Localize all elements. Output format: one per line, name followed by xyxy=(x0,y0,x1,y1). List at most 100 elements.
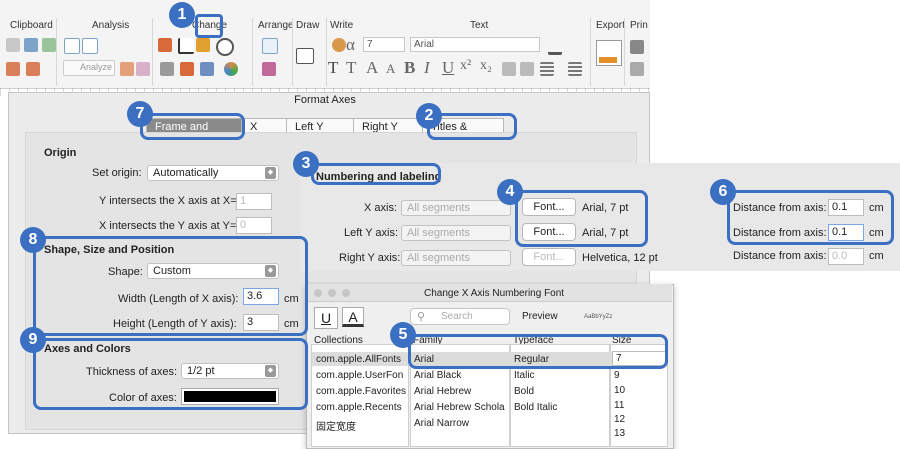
superscript-icon[interactable]: x² xyxy=(460,58,471,74)
analyze-button[interactable]: Analyze xyxy=(63,60,115,76)
font-name-value: Arial xyxy=(414,39,435,50)
dialog-title: Format Axes xyxy=(294,94,356,106)
collection-item[interactable]: com.apple.UserFon xyxy=(316,370,403,381)
shape-icon[interactable] xyxy=(296,48,314,64)
bar-chart-icon[interactable] xyxy=(196,38,210,52)
grow-font-icon[interactable]: A xyxy=(366,58,378,78)
underline-icon[interactable]: U xyxy=(442,58,454,78)
align-icon[interactable] xyxy=(262,62,276,76)
callout-number-5: 5 xyxy=(390,322,416,348)
collection-item[interactable]: com.apple.Recents xyxy=(316,402,402,413)
clipboard-icon[interactable] xyxy=(6,62,20,76)
color-scheme-icon[interactable] xyxy=(224,62,238,76)
select-arrow-icon: ◆ xyxy=(265,167,276,179)
analysis-graph-icon[interactable] xyxy=(82,38,98,54)
left-y-num-label: Left Y axis: xyxy=(344,227,399,239)
callout-frame-5 xyxy=(408,334,668,369)
paste-special-icon[interactable] xyxy=(26,62,40,76)
font-search-field[interactable]: ⚲ Search xyxy=(410,308,510,325)
right-y-font-button[interactable]: Font... xyxy=(522,248,576,266)
underline-icon[interactable]: U xyxy=(314,307,338,329)
group-label-print: Prin xyxy=(630,20,648,31)
special-char-icon[interactable] xyxy=(502,62,516,76)
data-icon[interactable] xyxy=(120,62,134,76)
close-window-icon[interactable] xyxy=(314,289,322,297)
group-label-arrange: Arrange xyxy=(258,20,294,31)
x-intersect-value: 1 xyxy=(240,195,247,207)
callout-number-4: 4 xyxy=(497,179,523,205)
y-intersect-input[interactable]: 0 xyxy=(236,217,272,234)
size-item[interactable]: 13 xyxy=(614,428,625,439)
callout-frame-3 xyxy=(311,163,441,185)
preview-sample: AaBbYyZz xyxy=(584,314,613,320)
collection-item[interactable]: 固定宽度 xyxy=(316,418,356,433)
subscript-icon[interactable]: x₂ xyxy=(480,58,492,74)
wand-icon[interactable] xyxy=(136,62,150,76)
copy-icon[interactable] xyxy=(24,38,38,52)
alpha-icon[interactable]: α xyxy=(346,35,355,55)
italic-icon[interactable]: I xyxy=(424,58,430,78)
symbol-icon[interactable] xyxy=(520,62,534,76)
right-y-distance-input[interactable]: 0.0 xyxy=(828,248,864,265)
font-name-combo[interactable]: Arial xyxy=(410,37,540,52)
arrange-icon[interactable] xyxy=(262,38,278,54)
text-tool-icon[interactable]: T xyxy=(328,58,338,78)
text-box-icon[interactable]: T xyxy=(346,58,356,78)
size-item[interactable]: 12 xyxy=(614,414,625,425)
print-options-icon[interactable] xyxy=(630,62,644,76)
collection-item[interactable]: com.apple.AllFonts xyxy=(316,354,401,365)
text-color-icon[interactable]: A xyxy=(342,307,364,327)
paste-icon[interactable] xyxy=(42,38,56,52)
origin-heading: Origin xyxy=(44,147,77,159)
size-item[interactable]: 10 xyxy=(614,385,625,396)
callout-number-7: 7 xyxy=(127,101,153,127)
set-origin-value: Automatically xyxy=(153,167,219,179)
rotate-icon[interactable] xyxy=(216,38,234,56)
family-item[interactable]: Arial Black xyxy=(414,370,461,381)
format-axes-icon[interactable] xyxy=(178,38,194,54)
legend-icon[interactable] xyxy=(200,62,214,76)
print-icon[interactable] xyxy=(630,40,644,54)
family-item[interactable]: Arial Hebrew Schola xyxy=(414,402,505,413)
font-color-icon[interactable] xyxy=(548,38,562,55)
points-icon[interactable] xyxy=(180,62,194,76)
family-item[interactable]: Arial Hebrew xyxy=(414,386,471,397)
x-axis-segments-select[interactable]: All segments xyxy=(401,200,511,216)
size-item[interactable]: 9 xyxy=(614,370,620,381)
minimize-window-icon[interactable] xyxy=(328,289,336,297)
callout-frame-7 xyxy=(140,113,245,140)
pen-icon[interactable] xyxy=(160,62,174,76)
font-size-combo[interactable]: 7 xyxy=(363,37,405,52)
set-origin-select[interactable]: Automatically ◆ xyxy=(147,165,279,181)
typeface-item[interactable]: Italic xyxy=(514,370,535,381)
right-y-distance-label: Distance from axis: xyxy=(733,250,827,262)
align-text-icon[interactable] xyxy=(540,62,554,76)
toolbar-ribbon: Clipboard Analysis Change Arrange Draw W… xyxy=(0,0,650,89)
line-spacing-icon[interactable] xyxy=(568,62,582,76)
zoom-window-icon[interactable] xyxy=(342,289,350,297)
x-intersect-label: Y intersects the X axis at X= xyxy=(99,195,237,207)
analysis-chart-icon[interactable] xyxy=(64,38,80,54)
right-y-segments-value: All segments xyxy=(407,252,470,264)
left-y-segments-value: All segments xyxy=(407,227,470,239)
typeface-item[interactable]: Bold xyxy=(514,386,534,397)
export-icon[interactable] xyxy=(596,40,622,66)
callout-frame-4 xyxy=(515,190,648,247)
right-y-segments-select[interactable]: All segments xyxy=(401,250,511,266)
size-item[interactable]: 11 xyxy=(614,400,624,411)
preview-label[interactable]: Preview xyxy=(522,311,558,322)
x-intersect-input[interactable]: 1 xyxy=(236,193,272,210)
left-y-segments-select[interactable]: All segments xyxy=(401,225,511,241)
bold-icon[interactable]: B xyxy=(404,58,415,78)
group-label-export: Export xyxy=(596,20,625,31)
family-item[interactable]: Arial Narrow xyxy=(414,418,469,429)
collection-item[interactable]: com.apple.Favorites xyxy=(316,386,406,397)
cut-icon[interactable] xyxy=(6,38,20,52)
callout-number-9: 9 xyxy=(20,327,46,353)
callout-number-2: 2 xyxy=(416,103,442,129)
shrink-font-icon[interactable]: A xyxy=(386,61,395,77)
typeface-item[interactable]: Bold Italic xyxy=(514,402,557,413)
embed-icon[interactable] xyxy=(332,38,346,52)
font-size-value: 7 xyxy=(367,39,373,50)
graph-type-icon[interactable] xyxy=(158,38,172,52)
